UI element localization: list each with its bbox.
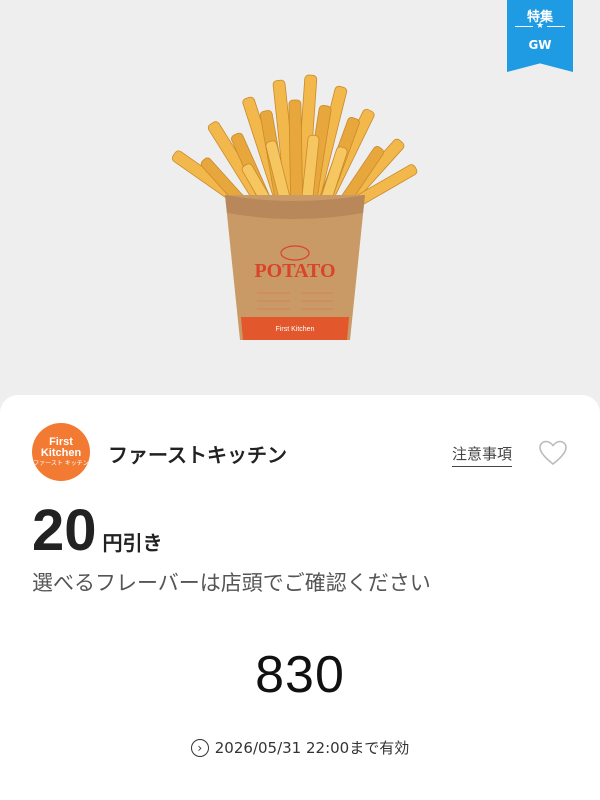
feature-badge: 特集 ★ GW <box>507 0 573 72</box>
coupon-code: 830 <box>255 646 345 704</box>
french-fries-image: First Kitchen POTATO <box>171 74 418 340</box>
chevron-right-circle-icon: › <box>190 738 209 757</box>
discount-value: 20 <box>32 498 97 563</box>
shop-name: ファーストキッチン <box>108 443 287 467</box>
coupon-description: 選べるフレーバーは店頭でご確認ください <box>32 571 431 595</box>
shop-logo: First Kitchen ファースト キッチン <box>32 423 90 481</box>
heart-icon[interactable] <box>538 439 568 467</box>
notice-link[interactable]: 注意事項 <box>452 443 513 467</box>
svg-text:First Kitchen: First Kitchen <box>276 326 315 333</box>
expiry-text: 2026/05/31 22:00まで有効 <box>214 739 410 757</box>
badge-campaign: GW <box>528 38 552 52</box>
discount-unit: 円引き <box>102 531 163 555</box>
star-icon: ★ <box>535 21 545 31</box>
product-image-area: 特集 ★ GW First Kitchen POTATO <box>0 0 600 395</box>
discount-amount: 20 円引き <box>32 499 163 563</box>
expiry-row: › 2026/05/31 22:00まで有効 <box>0 737 600 758</box>
coupon-card: First Kitchen ファースト キッチン ファーストキッチン 注意事項 … <box>0 395 600 800</box>
svg-text:POTATO: POTATO <box>254 260 335 282</box>
